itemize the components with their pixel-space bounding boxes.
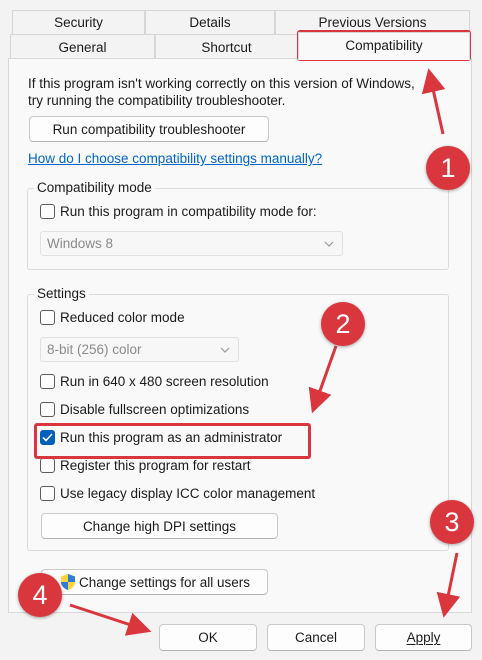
- arrow-3: [436, 552, 461, 618]
- tab-compatibility[interactable]: Compatibility: [298, 32, 470, 60]
- arrow-2: [308, 345, 338, 414]
- annotation-badge-4: 4: [18, 573, 62, 617]
- annotation-badge-2: 2: [321, 302, 365, 346]
- annotation-badge-1: 1: [426, 146, 470, 190]
- annotation-badge-3: 3: [430, 500, 474, 544]
- arrow-1: [421, 68, 446, 135]
- arrow-4: [69, 603, 152, 636]
- annotation-arrows: [69, 68, 461, 636]
